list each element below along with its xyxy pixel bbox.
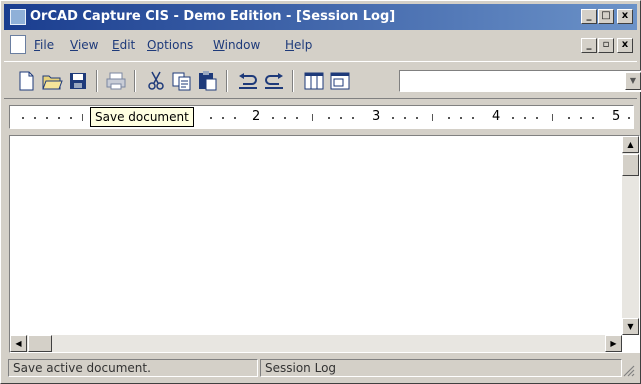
toolbar-combo[interactable]: ▼ <box>399 70 641 92</box>
copy-icon[interactable] <box>170 69 194 93</box>
menu-file[interactable]: File <box>34 38 54 52</box>
close-button[interactable]: x <box>617 9 633 24</box>
ruler-dot <box>512 117 514 119</box>
ruler-dot <box>328 117 330 119</box>
menu-options[interactable]: Options <box>147 38 193 52</box>
window-icon[interactable] <box>328 69 352 93</box>
ruler-label: 3 <box>372 109 381 124</box>
status-message: Save active document. <box>8 359 258 377</box>
maximize-button[interactable]: □ <box>598 9 614 24</box>
ruler-dot <box>234 117 236 119</box>
ruler-dot <box>46 117 48 119</box>
toolbar-separator <box>134 70 136 92</box>
ruler-dot <box>536 117 538 119</box>
redo-icon[interactable] <box>262 69 286 93</box>
mdi-restore-button[interactable]: ▫ <box>598 38 614 53</box>
ruler-dot <box>628 117 630 119</box>
paste-icon[interactable] <box>196 69 220 93</box>
ruler-tick <box>82 114 83 121</box>
ruler-dot <box>272 117 274 119</box>
ruler-label: 4 <box>492 109 501 124</box>
ruler-dot <box>22 117 24 119</box>
ruler-dot <box>222 117 224 119</box>
new-document-icon[interactable] <box>14 69 38 93</box>
toolbar: ▼ <box>4 61 641 99</box>
menu-bar: File View Edit Options Window Help _ ▫ x <box>4 31 637 59</box>
menu-edit[interactable]: Edit <box>112 38 135 52</box>
ruler-tick <box>312 114 313 121</box>
ruler-dot <box>58 117 60 119</box>
toolbar-separator <box>96 70 98 92</box>
print-icon[interactable] <box>104 69 128 93</box>
ruler-label: 2 <box>252 109 261 124</box>
ruler-dot <box>524 117 526 119</box>
status-bar: Save active document. Session Log <box>4 357 637 379</box>
orcad-app-icon[interactable] <box>10 9 26 25</box>
toolbar-separator <box>292 70 294 92</box>
ruler-dot <box>580 117 582 119</box>
mdi-close-button[interactable]: x <box>617 38 633 53</box>
horizontal-scrollbar[interactable]: ◀ ▶ <box>10 335 622 352</box>
ruler-dot <box>392 117 394 119</box>
ruler-dot <box>448 117 450 119</box>
horizontal-scroll-thumb[interactable] <box>28 335 52 352</box>
title-bar[interactable]: OrCAD Capture CIS - Demo Edition - [Sess… <box>4 4 637 30</box>
columns-icon[interactable] <box>302 69 326 93</box>
toolbar-separator <box>226 70 228 92</box>
menu-help[interactable]: Help <box>285 38 312 52</box>
ruler-dot <box>340 117 342 119</box>
combo-dropdown-icon[interactable]: ▼ <box>625 72 641 90</box>
save-disk-icon[interactable] <box>66 69 90 93</box>
open-folder-icon[interactable] <box>40 69 64 93</box>
mdi-minimize-button[interactable]: _ <box>581 38 597 53</box>
ruler-dot <box>284 117 286 119</box>
document-icon[interactable] <box>10 35 26 54</box>
ruler-label: 5 <box>612 109 621 124</box>
ruler-dot <box>472 117 474 119</box>
app-window: OrCAD Capture CIS - Demo Edition - [Sess… <box>0 0 641 384</box>
undo-icon[interactable] <box>236 69 260 93</box>
ruler-dot <box>592 117 594 119</box>
resize-grip-icon[interactable] <box>621 363 635 377</box>
minimize-button[interactable]: _ <box>581 9 597 24</box>
ruler-dot <box>352 117 354 119</box>
vertical-scrollbar[interactable]: ▲ ▼ <box>622 136 639 335</box>
session-log-area[interactable]: ▲ ▼ ◀ ▶ <box>9 135 640 353</box>
status-pane-session: Session Log <box>260 359 622 377</box>
ruler-dot <box>34 117 36 119</box>
scroll-up-icon[interactable]: ▲ <box>622 136 639 153</box>
ruler-dot <box>404 117 406 119</box>
ruler-dot <box>568 117 570 119</box>
vertical-scroll-thumb[interactable] <box>622 154 639 176</box>
menu-window[interactable]: Window <box>213 38 260 52</box>
scroll-left-icon[interactable]: ◀ <box>10 335 27 352</box>
ruler-dot <box>416 117 418 119</box>
ruler-dot <box>210 117 212 119</box>
scroll-down-icon[interactable]: ▼ <box>622 318 639 335</box>
ruler-dot <box>460 117 462 119</box>
ruler-tick <box>432 114 433 121</box>
ruler-dot <box>296 117 298 119</box>
ruler-dot <box>70 117 72 119</box>
window-title: OrCAD Capture CIS - Demo Edition - [Sess… <box>30 9 396 24</box>
scroll-right-icon[interactable]: ▶ <box>605 335 622 352</box>
cut-icon[interactable] <box>144 69 168 93</box>
menu-view[interactable]: View <box>70 38 98 52</box>
ruler-tick <box>552 114 553 121</box>
save-tooltip: Save document <box>90 107 194 127</box>
